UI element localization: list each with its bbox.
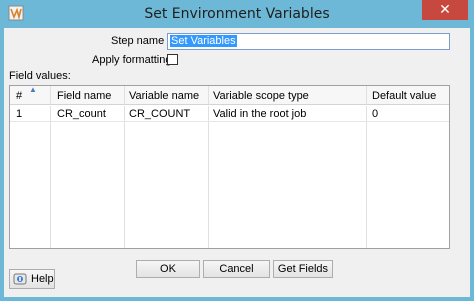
table-header: # ▲ Field name Variable name Variable sc…: [10, 86, 449, 105]
column-header-variable-name: Variable name: [129, 90, 200, 102]
column-number[interactable]: # ▲: [10, 86, 51, 104]
table-row[interactable]: 1 CR_count CR_COUNT Valid in the root jo…: [10, 106, 449, 122]
column-divider: [10, 106, 51, 248]
column-divider: [51, 106, 125, 248]
close-icon: ✕: [439, 2, 451, 18]
ok-button[interactable]: OK: [136, 260, 200, 278]
step-name-input[interactable]: Set Variables: [167, 33, 450, 50]
column-divider: [209, 106, 367, 248]
cell-default-value[interactable]: 0: [372, 108, 378, 120]
apply-formatting-label: Apply formatting: [92, 54, 172, 66]
cell-field-name[interactable]: CR_count: [57, 108, 106, 120]
step-name-label: Step name :: [111, 35, 171, 47]
field-values-table[interactable]: # ▲ Field name Variable name Variable sc…: [9, 85, 450, 249]
cancel-button[interactable]: Cancel: [203, 260, 270, 278]
row-number: 1: [16, 108, 23, 120]
title-bar[interactable]: Set Environment Variables ✕: [0, 0, 474, 28]
column-divider: [125, 106, 209, 248]
column-field-name[interactable]: Field name: [51, 86, 125, 104]
close-button[interactable]: ✕: [422, 0, 468, 20]
sort-ascending-icon: ▲: [29, 85, 37, 94]
column-header-field-name: Field name: [57, 90, 112, 102]
window-title: Set Environment Variables: [144, 6, 330, 22]
help-icon: [13, 273, 27, 285]
column-header-scope-type: Variable scope type: [213, 90, 309, 102]
step-name-value: Set Variables: [170, 35, 237, 47]
cell-variable-name[interactable]: CR_COUNT: [129, 108, 190, 120]
column-scope-type[interactable]: Variable scope type: [209, 86, 367, 104]
column-header-default-value: Default value: [372, 90, 437, 102]
column-default-value[interactable]: Default value: [367, 86, 449, 104]
field-values-label: Field values:: [9, 70, 71, 82]
column-header-number: #: [16, 90, 23, 102]
apply-formatting-checkbox[interactable]: [167, 54, 178, 65]
column-variable-name[interactable]: Variable name: [125, 86, 209, 104]
get-fields-button[interactable]: Get Fields: [273, 260, 333, 278]
help-label: Help: [31, 273, 54, 285]
cell-scope-type[interactable]: Valid in the root job: [213, 108, 306, 120]
help-button[interactable]: Help: [9, 269, 55, 289]
